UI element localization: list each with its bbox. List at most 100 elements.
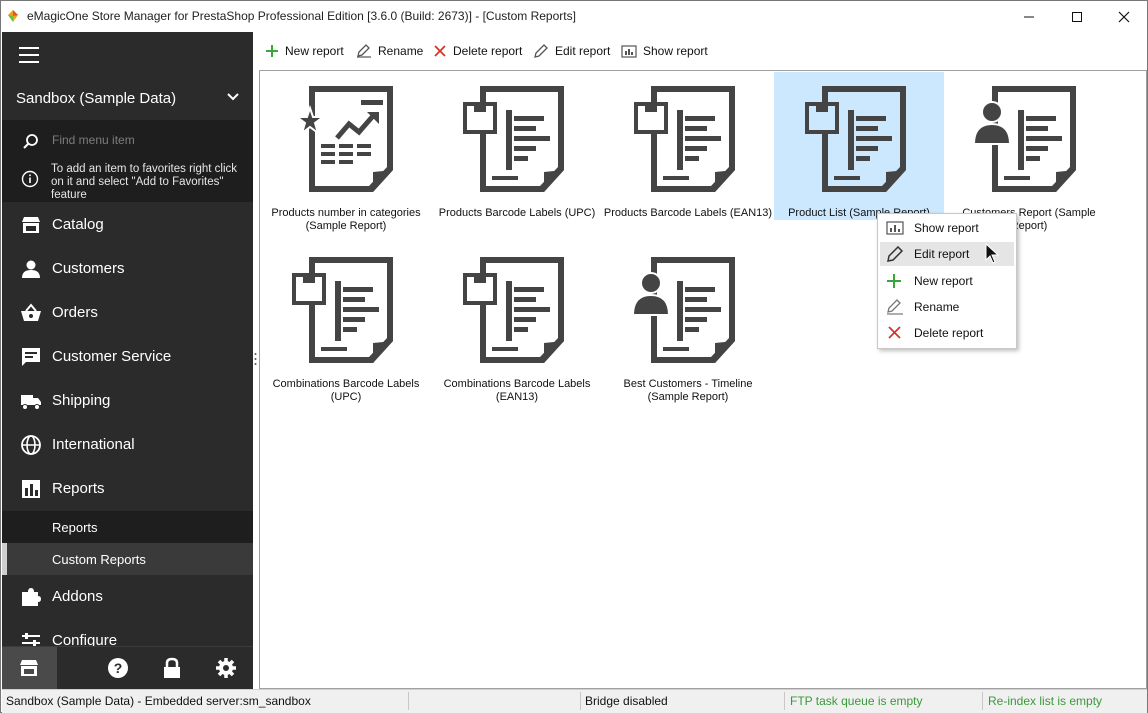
person-report-icon xyxy=(974,86,1076,192)
context-item-label: Edit report xyxy=(914,247,970,261)
sidebar-subitem-reports[interactable]: Reports xyxy=(2,511,253,543)
new-report-button[interactable]: New report xyxy=(265,41,344,61)
help-icon[interactable]: ? xyxy=(107,657,129,679)
splitter-grip-icon xyxy=(254,353,257,365)
status-bar: Sandbox (Sample Data) - Embedded server:… xyxy=(2,689,1147,713)
context-rename[interactable]: Rename xyxy=(880,295,1014,319)
edit-report-button[interactable]: Edit report xyxy=(533,41,610,61)
sidebar-subitem-custom-reports[interactable]: Custom Reports xyxy=(2,543,253,575)
sidebar-item-label: Shipping xyxy=(52,392,111,409)
status-reindex: Re-index list is empty xyxy=(988,694,1103,708)
show-report-icon xyxy=(621,45,637,58)
report-tile[interactable]: Combinations Barcode Labels (UPC) xyxy=(261,243,431,408)
plus-icon xyxy=(266,45,278,57)
status-separator xyxy=(580,692,581,710)
sidebar-subitem-label: Reports xyxy=(52,520,98,535)
new-report-label: New report xyxy=(285,44,344,58)
person-report-icon xyxy=(633,257,735,363)
context-menu: Show report Edit report New report Renam… xyxy=(877,213,1017,349)
context-item-label: Show report xyxy=(914,221,979,235)
sidebar-item-reports[interactable]: Reports xyxy=(2,467,253,511)
report-label: Products Barcode Labels (UPC) xyxy=(438,207,596,219)
store-button[interactable] xyxy=(2,647,57,690)
maximize-icon xyxy=(1072,11,1082,22)
sidebar-subitem-label: Custom Reports xyxy=(52,552,146,567)
plus-icon xyxy=(887,274,901,288)
window-title: eMagicOne Store Manager for PrestaShop P… xyxy=(27,9,576,23)
report-label: Combinations Barcode Labels (UPC) xyxy=(272,378,420,403)
sidebar-item-customers[interactable]: Customers xyxy=(2,247,253,291)
sidebar-item-shipping[interactable]: Shipping xyxy=(2,379,253,423)
maximize-button[interactable] xyxy=(1054,1,1100,32)
sidebar-item-orders[interactable]: Orders xyxy=(2,291,253,335)
status-connection: Sandbox (Sample Data) - Embedded server:… xyxy=(6,694,311,708)
menu-search-input[interactable]: Find menu item xyxy=(2,120,253,160)
report-tile[interactable]: Combinations Barcode Labels (EAN13) xyxy=(432,243,602,408)
mouse-pointer-icon xyxy=(985,243,999,264)
profile-selector[interactable]: Sandbox (Sample Data) xyxy=(16,90,176,107)
context-item-label: Rename xyxy=(914,300,960,314)
sidebar-item-label: Addons xyxy=(52,588,103,605)
lock-icon[interactable] xyxy=(161,657,183,679)
close-icon xyxy=(1118,11,1130,22)
puzzle-icon xyxy=(22,588,41,606)
rename-icon xyxy=(887,299,903,315)
sidebar-item-label: Customers xyxy=(52,260,125,277)
report-tile-selected[interactable]: Product List (Sample Report) xyxy=(774,72,944,220)
report-tile[interactable]: Best Customers - Timeline (Sample Report… xyxy=(603,243,773,408)
context-delete-report[interactable]: Delete report xyxy=(880,321,1014,345)
delete-report-label: Delete report xyxy=(453,44,523,58)
sidebar-item-customer-service[interactable]: Customer Service xyxy=(2,335,253,379)
menu-search-area: Find menu item To add an item to favorit… xyxy=(2,120,253,202)
status-bridge: Bridge disabled xyxy=(585,694,668,708)
store-icon xyxy=(22,217,40,233)
context-new-report[interactable]: New report xyxy=(880,269,1014,293)
person-icon xyxy=(22,260,40,278)
hamburger-menu-icon[interactable] xyxy=(19,47,39,63)
status-separator xyxy=(408,692,409,710)
svg-text:?: ? xyxy=(114,660,123,676)
rename-label: Rename xyxy=(378,44,424,58)
sidebar-item-catalog[interactable]: Catalog xyxy=(2,203,253,247)
context-show-report[interactable]: Show report xyxy=(880,216,1014,240)
favorites-hint: To add an item to favorites right click … xyxy=(2,162,253,202)
box-report-icon xyxy=(463,257,564,363)
search-icon xyxy=(23,134,38,149)
report-label: Combinations Barcode Labels (EAN13) xyxy=(443,378,591,403)
chevron-down-icon[interactable] xyxy=(226,92,240,102)
close-button[interactable] xyxy=(1101,1,1147,32)
sidebar-item-international[interactable]: International xyxy=(2,423,253,467)
gear-icon[interactable] xyxy=(215,657,237,679)
sidebar-item-addons[interactable]: Addons xyxy=(2,575,253,619)
toolbar: New report Rename Delete report Edit rep… xyxy=(259,32,1147,70)
x-icon xyxy=(434,45,446,57)
show-report-button[interactable]: Show report xyxy=(621,41,708,61)
box-report-icon xyxy=(805,86,906,192)
pencil-icon xyxy=(534,44,548,58)
globe-icon xyxy=(21,435,41,455)
minimize-icon xyxy=(1024,16,1034,17)
reports-panel: Products number in categories (Sample Re… xyxy=(259,70,1147,689)
minimize-button[interactable] xyxy=(1006,1,1052,32)
report-tile[interactable]: Products Barcode Labels (UPC) xyxy=(432,72,602,237)
delete-report-button[interactable]: Delete report xyxy=(433,41,522,61)
report-label: Products number in categories (Sample Re… xyxy=(271,207,421,232)
rename-button[interactable]: Rename xyxy=(356,41,423,61)
store-icon xyxy=(20,660,38,676)
sidebar: Sandbox (Sample Data) Find menu item To … xyxy=(2,32,253,689)
status-ftp: FTP task queue is empty xyxy=(790,694,923,708)
app-window: eMagicOne Store Manager for PrestaShop P… xyxy=(0,0,1148,713)
star-chart-report-icon xyxy=(294,86,393,192)
search-placeholder: Find menu item xyxy=(52,133,135,147)
sidebar-item-label: Customer Service xyxy=(52,348,172,365)
report-tile[interactable]: Products number in categories (Sample Re… xyxy=(261,72,431,237)
sidebar-item-label: Reports xyxy=(52,480,105,497)
edit-report-label: Edit report xyxy=(555,44,611,58)
show-report-label: Show report xyxy=(643,44,708,58)
status-separator xyxy=(982,692,983,710)
hint-text: To add an item to favorites right click … xyxy=(51,163,237,201)
report-label: Products Barcode Labels (EAN13) xyxy=(603,207,773,219)
rename-icon xyxy=(357,44,371,58)
sidebar-item-label: Catalog xyxy=(52,216,104,233)
report-tile[interactable]: Products Barcode Labels (EAN13) xyxy=(603,72,773,237)
